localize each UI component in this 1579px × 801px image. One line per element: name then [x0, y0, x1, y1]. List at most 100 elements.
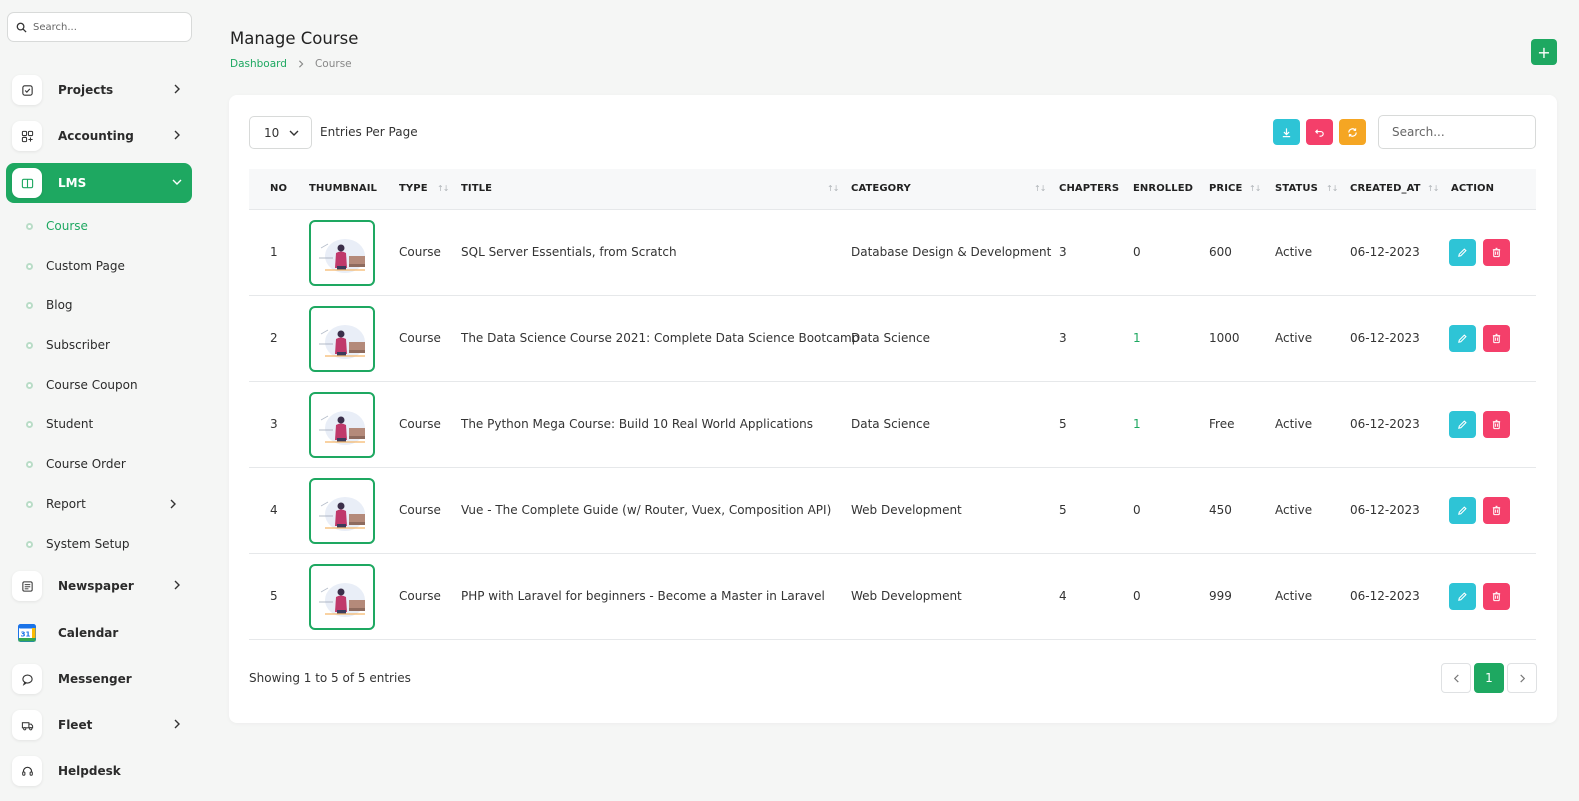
cell-type: Course: [399, 503, 441, 517]
page-title: Manage Course: [230, 29, 359, 48]
cell-chapters: 4: [1059, 589, 1067, 603]
delete-button[interactable]: [1483, 411, 1510, 438]
nav-item-accounting[interactable]: Accounting: [6, 116, 192, 156]
subnav-subscriber[interactable]: Subscriber: [26, 335, 110, 355]
pagination-prev-button[interactable]: [1441, 663, 1471, 693]
sort-icon[interactable]: ↑↓: [1249, 184, 1261, 193]
chevron-right-icon: [170, 499, 176, 509]
cell-chapters: 3: [1059, 331, 1067, 345]
cell-title: SQL Server Essentials, from Scratch: [461, 245, 677, 259]
nav-item-helpdesk[interactable]: Helpdesk: [6, 751, 192, 791]
column-header-price[interactable]: PRICE: [1209, 183, 1242, 194]
edit-button[interactable]: [1449, 239, 1476, 266]
course-thumbnail[interactable]: [309, 564, 375, 630]
column-header-type[interactable]: TYPE: [399, 183, 428, 194]
cell-title: The Python Mega Course: Build 10 Real Wo…: [461, 417, 814, 431]
sort-icon[interactable]: ↑↓: [437, 184, 449, 193]
column-header-enrolled[interactable]: ENROLLED: [1133, 183, 1193, 194]
cell-type: Course: [399, 331, 441, 345]
delete-button[interactable]: [1483, 583, 1510, 610]
course-thumbnail[interactable]: [309, 392, 375, 458]
sort-icon[interactable]: ↑↓: [1427, 184, 1439, 193]
refresh-icon: [1348, 127, 1357, 137]
nav-item-newspaper[interactable]: Newspaper: [6, 566, 192, 606]
subnav-course-coupon[interactable]: Course Coupon: [26, 375, 138, 395]
nav-label-accounting: Accounting: [58, 129, 134, 143]
delete-button[interactable]: [1483, 497, 1510, 524]
newspaper-icon: [21, 580, 33, 592]
nav-label-helpdesk: Helpdesk: [58, 764, 121, 778]
bullet-icon: [26, 262, 33, 270]
table-row: 2 Course The Data Science Course 2021: C…: [249, 296, 1536, 382]
chevron-right-icon: [174, 84, 180, 94]
cell-created-at: 06-12-2023: [1350, 331, 1420, 345]
cell-category: Database Design & Development: [851, 245, 1052, 259]
chat-icon: [21, 673, 33, 686]
entries-per-page-select[interactable]: 10: [249, 116, 312, 149]
column-header-title[interactable]: TITLE: [461, 183, 492, 194]
column-header-created-at[interactable]: CREATED_AT: [1350, 183, 1421, 194]
table-row: 3 Course The Python Mega Course: Build 1…: [249, 382, 1536, 468]
export-button[interactable]: [1273, 119, 1300, 145]
column-header-chapters[interactable]: CHAPTERS: [1059, 183, 1119, 194]
checkbox-icon: [21, 84, 33, 96]
course-thumbnail[interactable]: [309, 306, 375, 372]
table-row: 1 Course SQL Server Essentials, from Scr…: [249, 210, 1536, 296]
subnav-blog[interactable]: Blog: [26, 295, 73, 315]
subnav-report[interactable]: Report: [26, 494, 186, 514]
subnav-label: Course Order: [46, 457, 126, 471]
subnav-course[interactable]: Course: [26, 216, 88, 236]
subnav-label: Course: [46, 219, 88, 233]
delete-button[interactable]: [1483, 239, 1510, 266]
course-thumbnail[interactable]: [309, 478, 375, 544]
sidebar-search[interactable]: [7, 12, 192, 42]
nav-item-calendar[interactable]: 31 Calendar: [6, 613, 192, 653]
subnav-system-setup[interactable]: System Setup: [26, 534, 130, 554]
edit-button[interactable]: [1449, 497, 1476, 524]
cell-created-at: 06-12-2023: [1350, 589, 1420, 603]
nav-item-messenger[interactable]: Messenger: [6, 659, 192, 699]
pencil-icon: [1458, 248, 1467, 257]
nav-item-fleet[interactable]: Fleet: [6, 705, 192, 745]
subnav-student[interactable]: Student: [26, 414, 93, 434]
cell-enrolled: 0: [1133, 503, 1141, 517]
edit-button[interactable]: [1449, 325, 1476, 352]
trash-icon: [1492, 247, 1501, 258]
pagination-page-1[interactable]: 1: [1474, 663, 1504, 693]
column-header-no[interactable]: NO: [270, 183, 287, 194]
edit-button[interactable]: [1449, 411, 1476, 438]
table-row: 5 Course PHP with Laravel for beginners …: [249, 554, 1536, 640]
course-thumbnail[interactable]: [309, 220, 375, 286]
sort-icon[interactable]: ↑↓: [827, 184, 839, 193]
cell-price: 450: [1209, 503, 1232, 517]
breadcrumb-dashboard-link[interactable]: Dashboard: [230, 58, 287, 70]
table-search-input[interactable]: [1378, 115, 1536, 149]
sort-icon[interactable]: ↑↓: [1034, 184, 1046, 193]
edit-button[interactable]: [1449, 583, 1476, 610]
pagination-next-button[interactable]: [1507, 663, 1537, 693]
nav-item-lms[interactable]: LMS: [6, 163, 192, 203]
subnav-custom-page[interactable]: Custom Page: [26, 256, 125, 276]
reset-button[interactable]: [1306, 119, 1333, 145]
cell-enrolled: 0: [1133, 589, 1141, 603]
column-header-status[interactable]: STATUS: [1275, 183, 1318, 194]
nav-item-projects[interactable]: Projects: [6, 70, 192, 110]
refresh-button[interactable]: [1339, 119, 1366, 145]
chevron-down-icon: [172, 179, 182, 185]
column-header-category[interactable]: CATEGORY: [851, 183, 911, 194]
grid-plus-icon: [21, 130, 33, 142]
delete-button[interactable]: [1483, 325, 1510, 352]
sort-icon[interactable]: ↑↓: [1326, 184, 1338, 193]
cell-status: Active: [1275, 331, 1313, 345]
add-course-button[interactable]: +: [1531, 39, 1557, 65]
cell-enrolled: 0: [1133, 245, 1141, 259]
cell-category: Data Science: [851, 331, 930, 345]
pencil-icon: [1458, 334, 1467, 343]
sidebar-search-input[interactable]: [33, 21, 173, 33]
column-header-thumbnail[interactable]: THUMBNAIL: [309, 183, 377, 194]
cell-price: 999: [1209, 589, 1232, 603]
course-table-card: 10 Entries Per Page NO THUMBNAIL TYPE ↑↓…: [229, 95, 1557, 723]
subnav-label: Blog: [46, 298, 73, 312]
subnav-course-order[interactable]: Course Order: [26, 454, 126, 474]
cell-price: 600: [1209, 245, 1232, 259]
